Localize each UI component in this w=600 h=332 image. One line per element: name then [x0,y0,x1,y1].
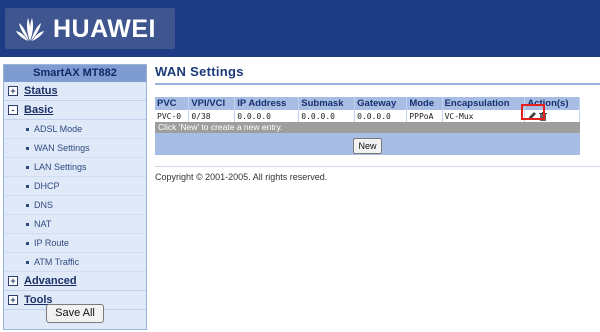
table-cell: 0.0.0.0 [298,110,356,122]
sidebar-section-label[interactable]: Basic [24,101,53,119]
sidebar-item-dhcp[interactable]: DHCP [4,177,146,196]
table-cell: VC-Mux [442,110,526,122]
bullet-icon [26,223,29,226]
sidebar-item-label[interactable]: LAN Settings [34,158,87,176]
bullet-icon [26,147,29,150]
column-header: PVC [155,97,190,110]
page-title: WAN Settings [155,64,244,79]
column-header: Gateway [354,97,408,110]
sidebar-item-label[interactable]: DNS [34,196,53,214]
copyright-text: Copyright © 2001-2005. All rights reserv… [155,172,328,182]
model-name: SmartAX MT882 [4,65,146,82]
bullet-icon [26,261,29,264]
title-divider [155,83,600,85]
header-bar: HUAWEI [0,0,600,57]
table-cell: 0.0.0.0 [234,110,300,122]
sidebar-section-status[interactable]: + Status [4,82,146,101]
column-header: Mode [406,97,443,110]
table-cell: PPPoA [406,110,443,122]
bullet-icon [26,185,29,188]
footer-divider [155,166,600,167]
save-all-button[interactable]: Save All [46,304,104,323]
logo: HUAWEI [5,8,175,49]
sidebar-item-wan-settings[interactable]: WAN Settings [4,139,146,158]
sidebar-section-basic[interactable]: - Basic [4,101,146,120]
sidebar-item-adsl-mode[interactable]: ADSL Mode [4,120,146,139]
new-button-row: New [155,133,580,155]
sidebar-item-dns[interactable]: DNS [4,196,146,215]
table-header-row: PVC VPI/VCI IP Address Submask Gateway M… [155,97,580,110]
info-message: Click 'New' to create a new entry. [155,122,580,133]
wan-table: PVC VPI/VCI IP Address Submask Gateway M… [155,97,580,122]
column-header: IP Address [234,97,300,110]
sidebar-item-label[interactable]: WAN Settings [34,139,90,157]
sidebar-item-nat[interactable]: NAT [4,215,146,234]
save-area: Save All [4,303,146,323]
expand-icon[interactable]: + [8,276,18,286]
column-header: Submask [298,97,356,110]
sidebar-section-label[interactable]: Status [24,82,58,100]
collapse-icon[interactable]: - [8,105,18,115]
bullet-icon [26,242,29,245]
sidebar-item-label[interactable]: ATM Traffic [34,253,79,271]
column-header: VPI/VCI [188,97,236,110]
huawei-logo-icon [16,18,44,41]
sidebar-item-label[interactable]: NAT [34,215,51,233]
table-cell: PVC-0 [155,110,190,122]
sidebar-section-label[interactable]: Advanced [24,272,77,290]
bullet-icon [26,166,29,169]
sidebar-item-label[interactable]: DHCP [34,177,60,195]
sidebar-item-lan-settings[interactable]: LAN Settings [4,158,146,177]
bullet-icon [26,204,29,207]
sidebar-item-label[interactable]: ADSL Mode [34,120,82,138]
column-header: Encapsulation [442,97,526,110]
table-row: PVC-0 0/38 0.0.0.0 0.0.0.0 0.0.0.0 PPPoA… [155,104,580,122]
new-button[interactable]: New [353,138,382,154]
sidebar-item-label[interactable]: IP Route [34,234,69,252]
sidebar-section-advanced[interactable]: + Advanced [4,272,146,291]
brand-name: HUAWEI [53,15,156,43]
table-cell: 0.0.0.0 [354,110,408,122]
table-cell: 0/38 [188,110,236,122]
sidebar: SmartAX MT882 + Status - Basic ADSL Mode… [3,64,147,330]
main-content: WAN Settings PVC VPI/VCI IP Address Subm… [155,64,600,182]
sidebar-item-atm-traffic[interactable]: ATM Traffic [4,253,146,272]
bullet-icon [26,128,29,131]
expand-icon[interactable]: + [8,86,18,96]
sidebar-item-ip-route[interactable]: IP Route [4,234,146,253]
action-cell [521,104,580,122]
action-highlight [521,104,546,120]
